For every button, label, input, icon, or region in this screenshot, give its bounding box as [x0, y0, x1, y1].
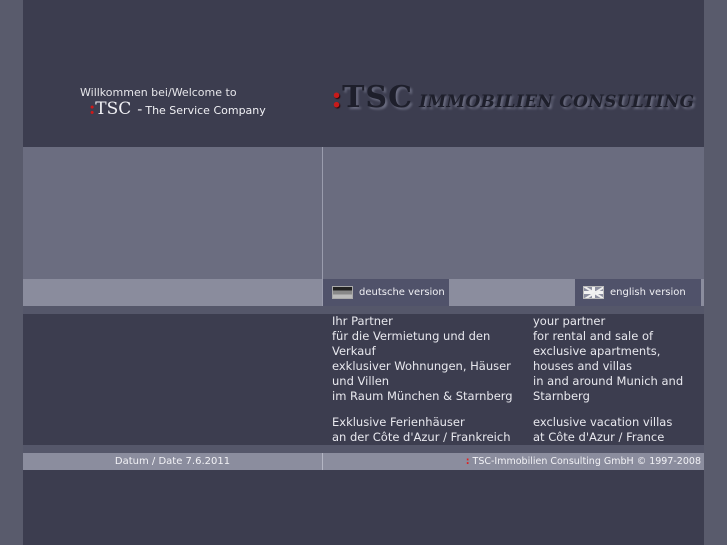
- language-bar-left: [23, 279, 322, 306]
- welcome-text: Willkommen bei/Welcome to: [80, 86, 237, 99]
- copyright-colon: :: [465, 456, 470, 467]
- uk-flag-icon: [583, 286, 604, 299]
- english-paragraph-1: your partner for rental and sale of excl…: [533, 314, 684, 403]
- footer-date: Datum / Date 7.6.2011: [23, 453, 322, 470]
- image-panel-left: [23, 147, 322, 279]
- tsc-logo: :TSC IMMOBILIEN CONSULTING: [331, 80, 695, 115]
- page-container: Willkommen bei/Welcome to :TSC - The Servi…: [23, 0, 704, 545]
- brand-dash: -: [137, 102, 143, 118]
- english-version-link[interactable]: english version: [575, 279, 701, 306]
- german-version-link[interactable]: deutsche version: [323, 279, 449, 306]
- brand-tagline: :TSC - The Service Company: [89, 99, 266, 119]
- english-version-label: english version: [610, 287, 686, 298]
- english-paragraph-2: exclusive vacation villas at Côte d'Azur…: [533, 415, 673, 444]
- footer-copyright: : TSC-Immobilien Consulting GmbH © 1997-…: [323, 453, 704, 470]
- copyright-text: TSC-Immobilien Consulting GmbH © 1997-20…: [472, 456, 701, 467]
- german-flag-icon: [332, 286, 353, 299]
- logo-colon: :: [331, 80, 343, 115]
- german-paragraph-2: Exklusive Ferienhäuser an der Côte d'Azu…: [332, 415, 511, 444]
- german-intro-text: Ihr Partner für die Vermietung und den V…: [332, 314, 527, 456]
- brand-service-company: The Service Company: [145, 104, 266, 117]
- german-paragraph-1: Ihr Partner für die Vermietung und den V…: [332, 314, 513, 403]
- section-divider-bottom: [23, 445, 704, 453]
- image-panel-right: [323, 147, 704, 279]
- german-version-label: deutsche version: [359, 287, 445, 298]
- section-divider-top: [23, 306, 704, 314]
- logo-name: TSC: [342, 80, 413, 115]
- logo-subtitle: IMMOBILIEN CONSULTING: [418, 92, 695, 112]
- english-intro-text: your partner for rental and sale of excl…: [533, 314, 704, 456]
- language-bar: deutsche version english version: [323, 279, 704, 306]
- brand-tsc: TSC: [95, 99, 132, 119]
